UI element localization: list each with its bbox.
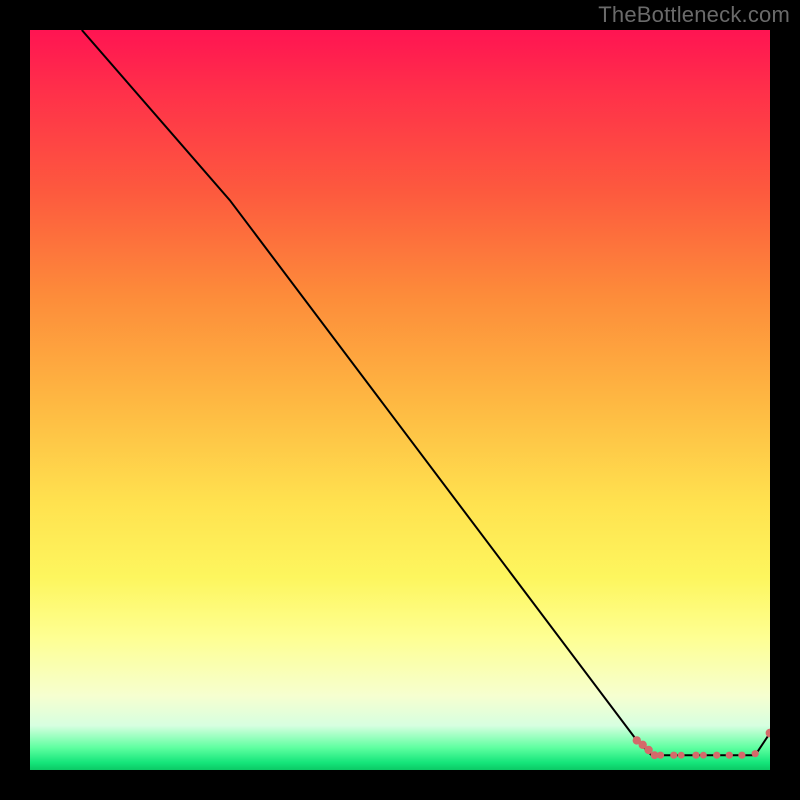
marker-point [670, 752, 677, 759]
marker-point [692, 752, 699, 759]
curve-path [82, 30, 770, 755]
marker-point [713, 752, 720, 759]
marker-point [752, 750, 759, 757]
chart-frame: TheBottleneck.com [0, 0, 800, 800]
marker-point [657, 752, 664, 759]
watermark-text: TheBottleneck.com [598, 2, 790, 28]
bottleneck-curve [82, 30, 770, 755]
chart-svg [30, 30, 770, 770]
marker-point [726, 752, 733, 759]
plot-area [30, 30, 770, 770]
marker-point [700, 752, 707, 759]
marker-point [738, 752, 745, 759]
marker-point [766, 729, 770, 738]
marker-point [678, 752, 685, 759]
